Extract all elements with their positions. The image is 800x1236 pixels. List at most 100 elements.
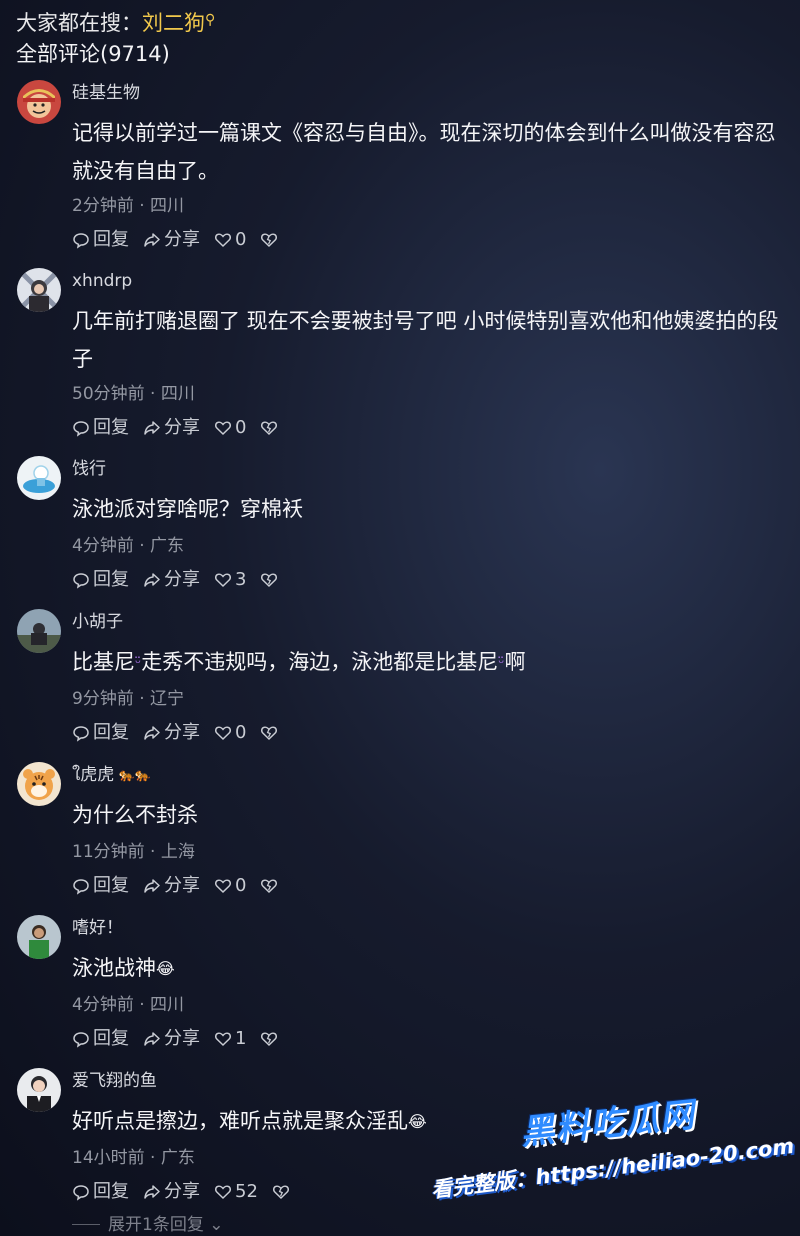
- like-count: 0: [235, 875, 247, 896]
- avatar[interactable]: [17, 762, 61, 806]
- dislike-icon: [261, 1032, 278, 1047]
- laugh-emoji: 😂: [408, 1112, 427, 1131]
- share-button[interactable]: 分享: [143, 1178, 200, 1206]
- comment-time: 50分钟前: [72, 384, 145, 404]
- dislike-button[interactable]: [272, 1183, 290, 1201]
- laugh-emoji: 😂: [156, 959, 175, 978]
- dislike-button[interactable]: [260, 419, 278, 437]
- search-icon[interactable]: ⚲: [205, 12, 215, 28]
- reply-button[interactable]: 回复: [72, 226, 129, 254]
- reply-button[interactable]: 回复: [72, 1025, 129, 1053]
- comment-time: 4分钟前: [72, 995, 134, 1015]
- comment-meta: 2分钟前 · 四川: [72, 196, 185, 216]
- avatar[interactable]: [17, 915, 61, 959]
- reply-button[interactable]: 回复: [72, 719, 129, 747]
- dislike-button[interactable]: [260, 571, 278, 589]
- dislike-button[interactable]: [260, 1030, 278, 1048]
- trending-keyword[interactable]: 刘二狗: [142, 11, 205, 35]
- dislike-icon: [261, 726, 278, 741]
- heart-icon: [215, 421, 231, 436]
- reply-icon: [73, 573, 89, 589]
- dislike-button[interactable]: [260, 231, 278, 249]
- like-count: 52: [235, 1181, 258, 1202]
- reply-button[interactable]: 回复: [72, 414, 129, 442]
- comment-item: 嗜好！ 泳池战神😂 4分钟前 · 四川 回复 分享 1: [0, 915, 800, 1051]
- share-button[interactable]: 分享: [143, 719, 200, 747]
- comment-meta: 11分钟前 · 上海: [72, 842, 195, 862]
- comment-text: 几年前打赌退圈了 现在不会要被封号了吧 小时候特别喜欢他和他姨婆拍的段子: [72, 309, 779, 371]
- dislike-icon: [261, 573, 278, 588]
- trending-search[interactable]: 大家都在搜：刘二狗⚲: [16, 4, 215, 36]
- heart-icon: [215, 1032, 231, 1047]
- avatar[interactable]: [17, 609, 61, 653]
- like-count: 0: [235, 417, 247, 438]
- comment-meta: 14小时前 · 广东: [72, 1148, 195, 1168]
- expand-replies-button[interactable]: 展开1条回复 ⌄: [72, 1210, 223, 1236]
- like-button[interactable]: 3: [214, 566, 246, 594]
- reply-icon: [73, 421, 89, 437]
- dislike-button[interactable]: [260, 724, 278, 742]
- comment-time: 11分钟前: [72, 842, 145, 862]
- share-button[interactable]: 分享: [143, 414, 200, 442]
- avatar[interactable]: [17, 1068, 61, 1112]
- reply-icon: [73, 1185, 89, 1201]
- share-button[interactable]: 分享: [143, 566, 200, 594]
- like-button[interactable]: 0: [214, 226, 246, 254]
- comment-location: 辽宁: [150, 689, 185, 709]
- avatar[interactable]: [17, 80, 61, 124]
- comment-actions: 回复 分享 0: [72, 872, 292, 900]
- reply-button[interactable]: 回复: [72, 566, 129, 594]
- like-count: 0: [235, 229, 247, 250]
- comment-actions: 回复 分享 52: [72, 1178, 304, 1206]
- heart-icon: [215, 879, 231, 894]
- share-button[interactable]: 分享: [143, 226, 200, 254]
- share-icon: [144, 1185, 160, 1199]
- heart-icon: [215, 726, 231, 741]
- share-icon: [144, 726, 160, 740]
- comment-location: 四川: [150, 995, 185, 1015]
- comment-actions: 回复 分享 0: [72, 226, 292, 254]
- comment-text: 记得以前学过一篇课文《容忍与自由》。现在深切的体会到什么叫做没有容忍就没有自由了…: [72, 121, 776, 183]
- reply-button[interactable]: 回复: [72, 872, 129, 900]
- share-button[interactable]: 分享: [143, 872, 200, 900]
- share-button[interactable]: 分享: [143, 1025, 200, 1053]
- comment-location: 广东: [160, 1148, 195, 1168]
- like-button[interactable]: 0: [214, 872, 246, 900]
- like-button[interactable]: 1: [214, 1025, 246, 1053]
- comment-item: ใ虎虎 🐅🐅 为什么不封杀 11分钟前 · 上海 回复 分享 0: [0, 762, 800, 898]
- comment-actions: 回复 分享 1: [72, 1025, 292, 1053]
- like-count: 0: [235, 722, 247, 743]
- comments-count-title: 全部评论(9714): [16, 42, 170, 66]
- like-button[interactable]: 52: [214, 1178, 258, 1206]
- avatar[interactable]: [17, 456, 61, 500]
- username[interactable]: 硅基生物: [72, 80, 140, 106]
- dislike-icon: [272, 1185, 289, 1200]
- username[interactable]: 小胡子: [72, 609, 123, 635]
- comment-text: 泳池战神😂: [72, 949, 794, 988]
- username[interactable]: xhndrp: [72, 268, 132, 294]
- dislike-icon: [261, 879, 278, 894]
- username[interactable]: 嗜好！: [72, 915, 123, 941]
- dislike-icon: [261, 421, 278, 436]
- heart-icon: [215, 1185, 231, 1200]
- reply-icon: [73, 233, 89, 249]
- like-button[interactable]: 0: [214, 414, 246, 442]
- divider: [72, 1224, 100, 1225]
- comment-meta: 4分钟前 · 四川: [72, 995, 185, 1015]
- comment-text: 比基尼 ᵕ̈ 走秀不违规吗，海边，泳池都是比基尼 ᵕ̈ 啊: [72, 643, 794, 682]
- heart-icon: [215, 573, 231, 588]
- reply-button[interactable]: 回复: [72, 1178, 129, 1206]
- comment-item: 硅基生物 记得以前学过一篇课文《容忍与自由》。现在深切的体会到什么叫做没有容忍就…: [0, 80, 800, 256]
- username[interactable]: 饯行: [72, 456, 106, 482]
- avatar[interactable]: [17, 268, 61, 312]
- share-icon: [144, 573, 160, 587]
- share-icon: [144, 1032, 160, 1046]
- like-count: 1: [235, 1028, 247, 1049]
- dislike-button[interactable]: [260, 877, 278, 895]
- like-button[interactable]: 0: [214, 719, 246, 747]
- share-icon: [144, 879, 160, 893]
- username[interactable]: 爱飞翔的鱼: [72, 1068, 157, 1094]
- username[interactable]: ใ虎虎 🐅🐅: [72, 762, 151, 788]
- comment-time: 4分钟前: [72, 536, 134, 556]
- dislike-icon: [261, 233, 278, 248]
